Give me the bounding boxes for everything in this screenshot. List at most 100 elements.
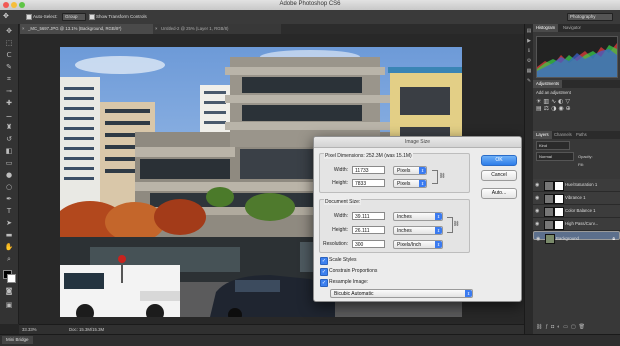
photo-filter-icon[interactable]: ◉ [558,105,565,112]
marquee-tool-icon[interactable]: ⬚ [3,38,15,48]
brush-tool-icon[interactable]: ⚊ [3,110,15,120]
blend-mode-select[interactable]: Normal [536,152,574,161]
layer-row[interactable]: ◉ Hue/Saturation 1 [533,179,620,192]
auto-select-checkbox[interactable] [26,14,32,20]
layer-row[interactable]: ◉ Vibrance 1 [533,192,620,205]
ok-button[interactable]: OK [481,155,517,166]
document-size-label: Document Size: [324,199,362,205]
background-color-swatch[interactable] [7,274,16,283]
eyedropper-tool-icon[interactable]: ⊸ [3,86,15,96]
pixel-dimensions-label: Pixel Dimensions: 252.3M (was 15.1M) [324,153,413,159]
px-height-unit-select[interactable]: Pixels ⇕ [393,178,427,188]
resample-method-select[interactable]: Bicubic Automatic ⇕ [330,289,473,298]
tab-layers[interactable]: Layers [533,131,552,139]
doc-width-label: Width: [333,213,348,219]
layer-row[interactable]: ◉ High Pass/Curv... [533,218,620,231]
eye-icon[interactable]: ◉ [536,235,540,243]
histogram-chart [536,36,618,78]
resample-image-checkbox[interactable]: ✓ [320,279,328,287]
shape-tool-icon[interactable]: ▬ [3,230,15,240]
path-select-tool-icon[interactable]: ➤ [3,218,15,228]
show-transform-checkbox[interactable] [89,14,95,20]
layer-name: High Pass/Curv... [565,221,599,226]
layer-row[interactable]: ◉ Color Balance 1 [533,205,620,218]
crop-tool-icon[interactable]: ⌗ [3,74,15,84]
quick-mask-icon[interactable]: ◙ [3,286,15,296]
dodge-tool-icon[interactable]: ○ [3,182,15,192]
history-panel-icon[interactable]: ▤ [526,28,532,34]
zoom-tool-icon[interactable]: ⌕ [3,254,15,264]
layer-name: Hue/Saturation 1 [565,182,598,187]
scale-styles-checkbox[interactable]: ✓ [320,257,328,265]
doc-height-input[interactable]: 26.111 [352,226,385,234]
doc-width-unit-select[interactable]: Inches ⇕ [393,211,443,221]
eraser-tool-icon[interactable]: ◧ [3,146,15,156]
move-tool-icon[interactable]: ✥ [3,26,15,36]
layer-mask [554,220,564,230]
eye-icon[interactable]: ◉ [535,182,539,188]
new-layer-icon[interactable]: ▢ [571,324,579,330]
move-tool-icon[interactable]: ✥ [3,12,9,20]
eye-icon[interactable]: ◉ [535,221,539,227]
auto-button[interactable]: Auto... [481,188,517,199]
adjustments-tabs: Adjustments [533,80,620,88]
gradient-tool-icon[interactable]: ▭ [3,158,15,168]
doc-height-unit-select[interactable]: Inches ⇕ [393,225,443,235]
trash-icon[interactable]: 🗑︎ [579,324,588,330]
mini-bridge-tab[interactable]: Mini Bridge [2,336,33,344]
actions-panel-icon[interactable]: ▶ [526,38,532,44]
workspace-dropdown[interactable]: Photography [567,13,613,21]
channel-mixer-icon[interactable]: ⊕ [566,105,573,112]
tab-channels[interactable]: Channels [551,131,575,139]
px-height-input[interactable]: 7833 [352,179,385,187]
doc-width-input[interactable]: 39.111 [352,212,385,220]
layer-row-background[interactable]: ◉ Background 🔒︎ [533,231,620,244]
tab-paths[interactable]: Paths [573,131,590,139]
pen-tool-icon[interactable]: ✒ [3,194,15,204]
swatches-panel-icon[interactable]: ▦ [526,68,532,74]
px-width-input[interactable]: 11733 [352,166,385,174]
vibrance-icon[interactable]: ▽ [565,98,572,105]
stamp-tool-icon[interactable]: ♜ [3,122,15,132]
tab-navigator[interactable]: Navigator [560,24,584,32]
cancel-button[interactable]: Cancel [481,170,517,181]
constrain-proportions-checkbox[interactable]: ✓ [320,268,328,276]
px-width-unit-select[interactable]: Pixels ⇕ [393,165,427,175]
link-layers-icon[interactable]: ⛓ [536,324,545,330]
resolution-label: Resolution: [322,241,348,247]
auto-select-dropdown[interactable]: Group [62,13,86,21]
resolution-unit-select[interactable]: Pixels/Inch ⇕ [393,239,443,249]
color-balance-icon[interactable]: ⚖ [544,105,551,112]
resample-method-value: Bicubic Automatic [334,291,374,297]
tab-document-1[interactable]: × _MC_5697.JPG @ 13.1% (Background, RGB/… [20,24,160,34]
close-tab-icon[interactable]: × [22,24,25,34]
quick-select-tool-icon[interactable]: ✎ [3,62,15,72]
healing-tool-icon[interactable]: ✚ [3,98,15,108]
type-tool-icon[interactable]: T [3,206,15,216]
lasso-tool-icon[interactable]: ᑕ [3,50,15,60]
properties-panel-icon[interactable]: ⚙ [526,58,532,64]
history-brush-icon[interactable]: ↺ [3,134,15,144]
info-panel-icon[interactable]: ℹ [526,48,532,54]
tab-adjustments[interactable]: Adjustments [533,80,563,88]
levels-icon[interactable]: ▥ [543,98,551,105]
tab-document-2[interactable]: × Untitled-2 @ 25% (Layer 1, RGB/8) [153,24,281,34]
eye-icon[interactable]: ◉ [535,195,539,201]
blur-tool-icon[interactable]: ● [3,170,15,180]
workspace-value: Photography [570,14,596,19]
close-tab-icon[interactable]: × [155,24,158,34]
brush-panel-icon[interactable]: ✎ [526,78,532,84]
layer-filter-kind[interactable]: Kind [536,141,570,150]
hand-tool-icon[interactable]: ✋ [3,242,15,252]
tab-histogram[interactable]: Histogram [533,24,559,32]
right-panels: Histogram Navigator Adjustments Add an a… [533,24,620,334]
screen-mode-icon[interactable]: ▣ [3,300,15,310]
eye-icon[interactable]: ◉ [535,208,539,214]
new-group-icon[interactable]: ▭ [563,324,571,330]
layer-mask [554,194,564,204]
zoom-level[interactable]: 33.33% [22,327,37,332]
doc-size-info[interactable]: Doc: 15.3M/15.3M [69,327,104,332]
resolution-input[interactable]: 300 [352,240,385,248]
layer-thumbnail [545,234,555,244]
hue-sat-icon[interactable]: ▤ [536,105,544,112]
